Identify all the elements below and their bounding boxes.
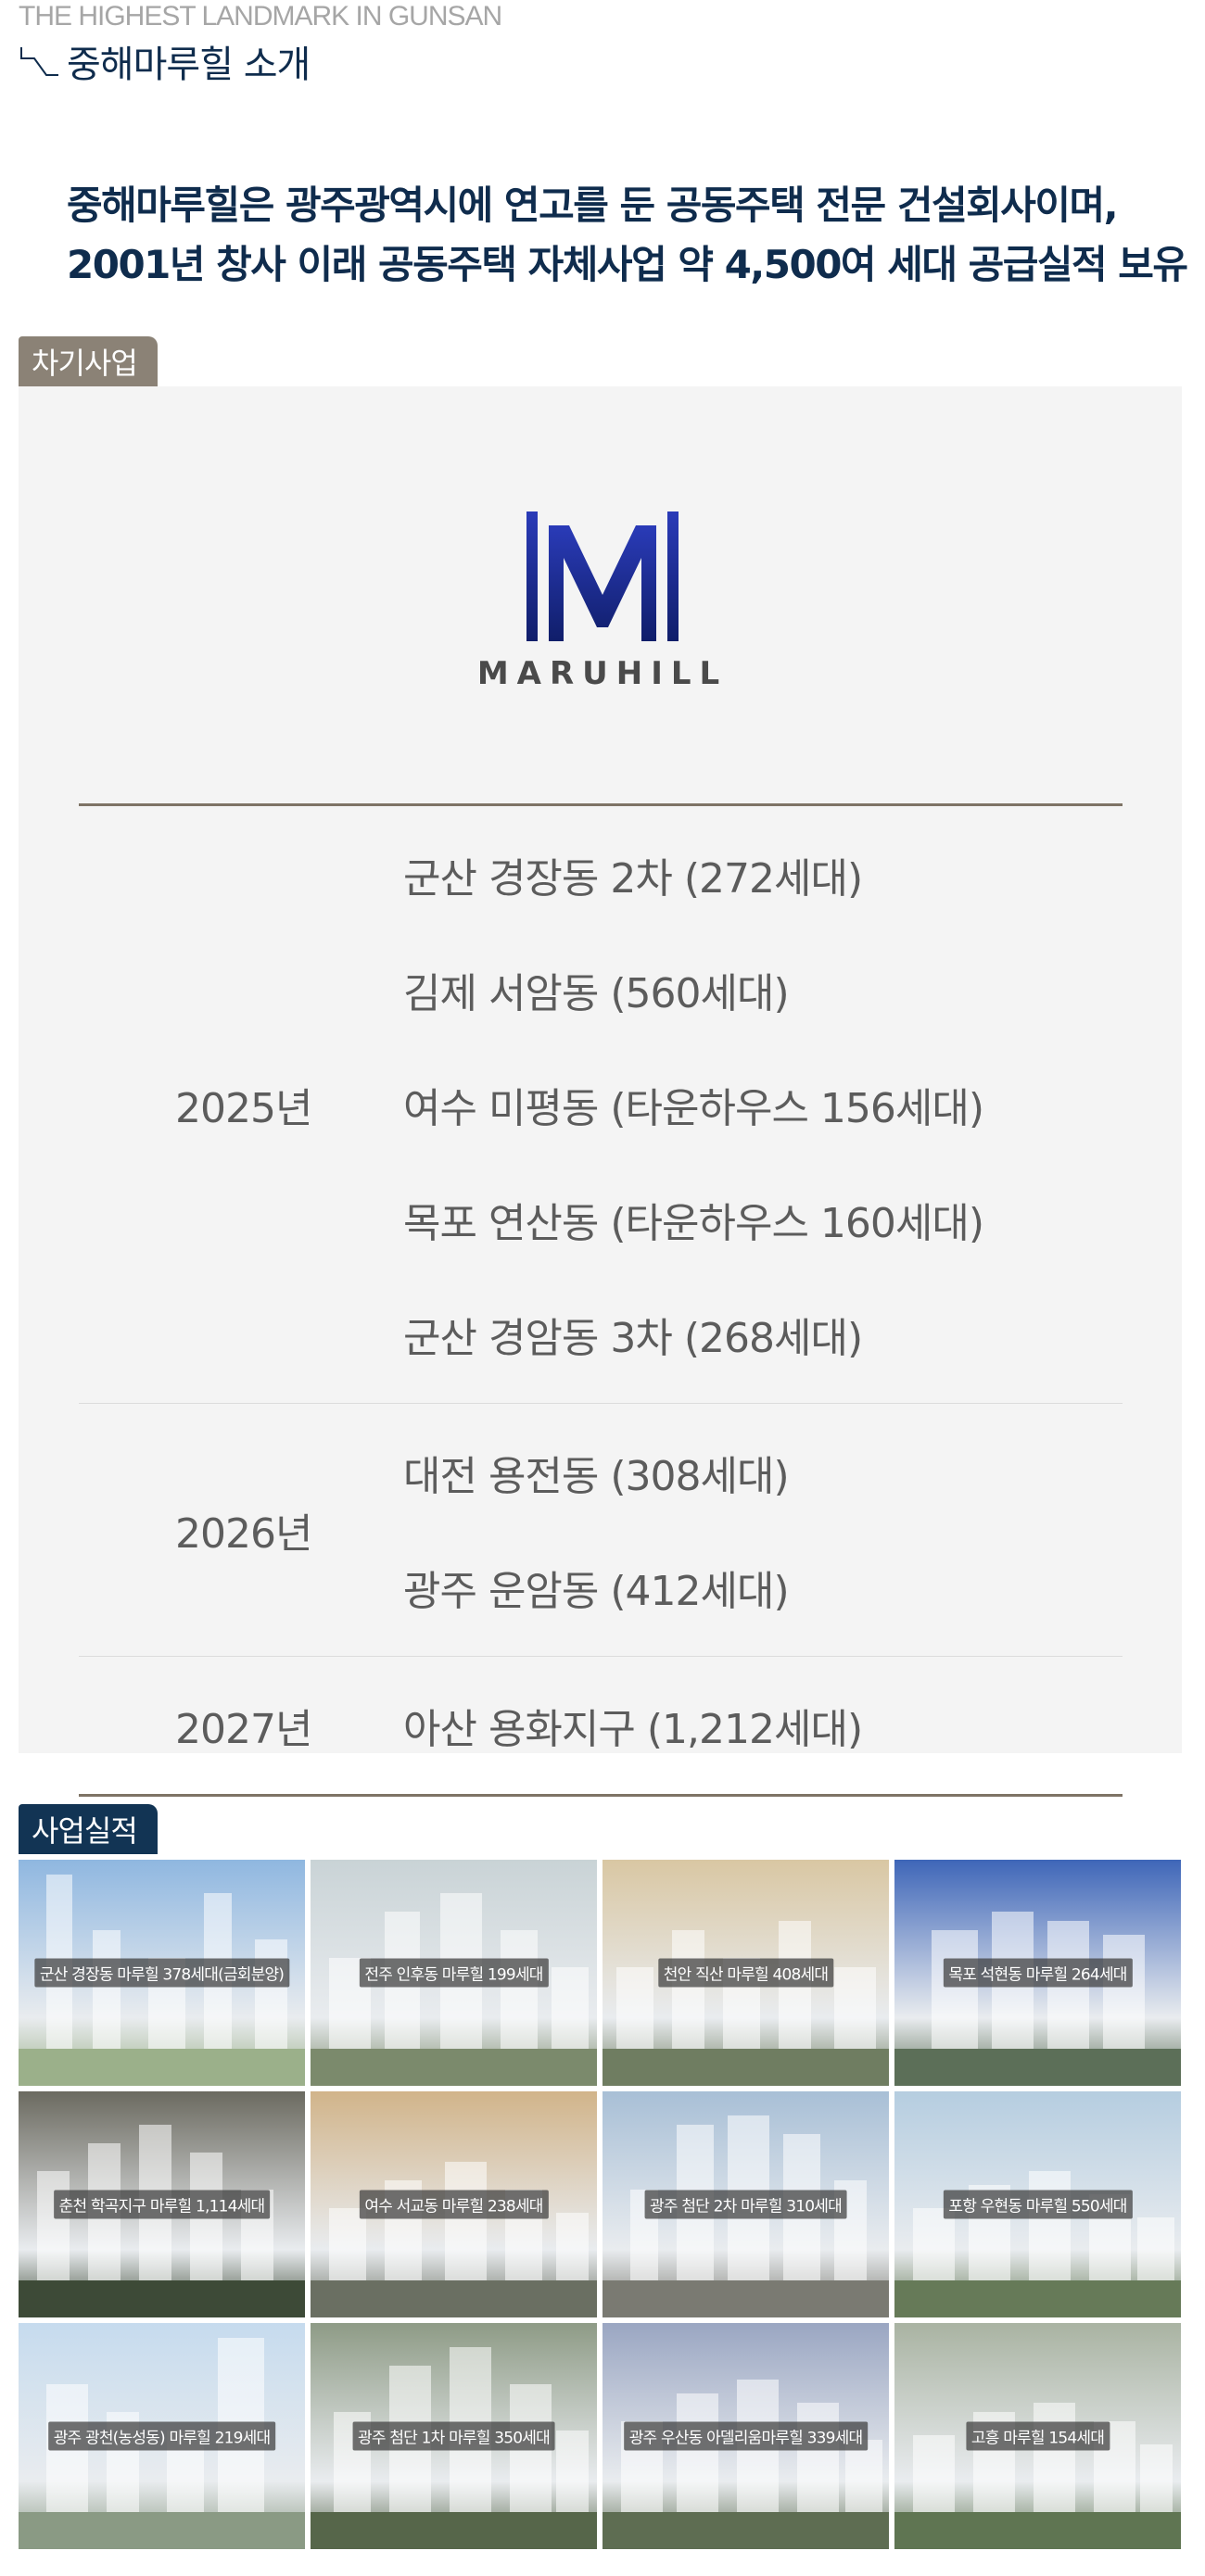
schedule-item: 여수 미평동 (타운하우스 156세대) [403, 1085, 984, 1132]
ground-shape [602, 2049, 889, 2086]
ground-shape [602, 2512, 889, 2549]
project-caption: 군산 경장동 마루힐 378세대(금회분양) [33, 1958, 290, 1988]
schedule-group: 2025년 군산 경장동 2차 (272세대) 김제 서암동 (560세대) 여수 미… [79, 806, 1123, 1403]
ground-shape [602, 2280, 889, 2317]
ground-shape [894, 2049, 1181, 2086]
schedule-year: 2027년 [175, 1706, 312, 1753]
schedule-group: 2026년 대전 용전동 (308세대) 광주 운암동 (412세대) [79, 1403, 1123, 1656]
intro-text: 중해마루힐은 광주광역시에 연고를 둔 공동주택 전문 건설회사이며, 2001… [67, 176, 1198, 295]
project-caption: 전주 인후동 마루힐 199세대 [359, 1958, 549, 1988]
building-shape [88, 2143, 120, 2301]
project-caption: 광주 광천(농성동) 마루힐 219세대 [47, 2421, 276, 2451]
project-thumbnail: 춘천 학곡지구 마루힐 1,114세대 [19, 2091, 305, 2317]
schedule-items: 대전 용전동 (308세대) 광주 운암동 (412세대) [403, 1404, 1123, 1656]
project-thumbnail: 고흥 마루힐 154세대 [894, 2323, 1181, 2549]
building-shape [46, 2384, 88, 2532]
schedule-year: 2026년 [175, 1510, 312, 1558]
building-shape [779, 1921, 811, 2069]
project-caption: 포항 우현동 마루힐 550세대 [943, 2190, 1133, 2219]
building-shape [510, 2384, 552, 2532]
schedule-item: 군산 경장동 2차 (272세대) [403, 855, 863, 903]
project-thumbnail: 광주 첨단 1차 마루힐 350세대 [311, 2323, 597, 2549]
intro-line-1: 중해마루힐은 광주광역시에 연고를 둔 공동주택 전문 건설회사이며, [67, 183, 1119, 228]
next-projects-panel: MARUHILL 2025년 군산 경장동 2차 (272세대) 김제 서암동 (5… [19, 386, 1182, 1797]
section-title: 중해마루힐 소개 [19, 35, 311, 87]
maruhill-logo-icon [526, 511, 679, 641]
ground-shape [19, 2049, 305, 2086]
project-caption: 고흥 마루힐 154세대 [965, 2421, 1110, 2451]
project-thumbnail: 전주 인후동 마루힐 199세대 [311, 1860, 597, 2086]
ground-shape [894, 2512, 1181, 2549]
maruhill-logo: MARUHILL [473, 507, 732, 692]
building-shape [992, 1912, 1034, 2069]
project-thumbnail: 광주 우산동 아델리움마루힐 339세대 [602, 2323, 889, 2549]
project-thumbnail: 광주 첨단 2차 마루힐 310세대 [602, 2091, 889, 2317]
track-record-tag: 사업실적 [19, 1804, 158, 1854]
schedule-table: 2025년 군산 경장동 2차 (272세대) 김제 서암동 (560세대) 여수 미… [79, 803, 1123, 1797]
building-shape [1047, 1921, 1089, 2069]
schedule-item: 광주 운암동 (412세대) [403, 1568, 790, 1615]
project-thumbnail: 포항 우현동 마루힐 550세대 [894, 2091, 1181, 2317]
ground-shape [311, 2512, 597, 2549]
maruhill-logo-text: MARUHILL [476, 655, 729, 692]
project-caption: 목포 석현동 마루힐 264세대 [943, 1958, 1133, 1988]
ground-shape [19, 2280, 305, 2317]
schedule-group: 2027년 아산 용화지구 (1,212세대) [79, 1656, 1123, 1794]
intro-line-2: 2001년 창사 이래 공동주택 자체사업 약 4,500여 세대 공급실적 보… [67, 242, 1188, 287]
ground-shape [311, 2280, 597, 2317]
ground-shape [894, 2280, 1181, 2317]
project-thumbnail: 여수 서교동 마루힐 238세대 [311, 2091, 597, 2317]
schedule-item: 대전 용전동 (308세대) [403, 1453, 790, 1500]
project-caption: 춘천 학곡지구 마루힐 1,114세대 [53, 2190, 271, 2219]
schedule-year: 2025년 [175, 1085, 312, 1132]
project-caption: 광주 첨단 2차 마루힐 310세대 [644, 2190, 847, 2219]
project-caption: 천안 직산 마루힐 408세대 [657, 1958, 834, 1988]
project-thumbnail: 천안 직산 마루힐 408세대 [602, 1860, 889, 2086]
schedule-item: 군산 경암동 3차 (268세대) [403, 1315, 863, 1362]
next-projects-tag: 차기사업 [19, 336, 158, 386]
project-thumbnail: 광주 광천(농성동) 마루힐 219세대 [19, 2323, 305, 2549]
schedule-item: 김제 서암동 (560세대) [403, 970, 790, 1017]
schedule-items: 아산 용화지구 (1,212세대) [403, 1657, 1123, 1794]
project-caption: 광주 우산동 아델리움마루힐 339세대 [623, 2421, 869, 2451]
building-shape [190, 2153, 222, 2301]
project-caption: 광주 첨단 1차 마루힐 350세대 [352, 2421, 555, 2451]
track-record-grid: 군산 경장동 마루힐 378세대(금회분양) 전주 인후동 마루힐 199세대 천안… [19, 1860, 1186, 2549]
project-thumbnail: 군산 경장동 마루힐 378세대(금회분양) [19, 1860, 305, 2086]
project-thumbnail: 목포 석현동 마루힐 264세대 [894, 1860, 1181, 2086]
building-shape [385, 1912, 420, 2069]
ground-shape [19, 2512, 305, 2549]
page-title: 중해마루힐 소개 [67, 44, 311, 86]
building-shape [737, 2380, 779, 2532]
schedule-item: 목포 연산동 (타운하우스 160세대) [403, 1200, 984, 1247]
schedule-item: 아산 용화지구 (1,212세대) [403, 1706, 863, 1753]
eyebrow-text: THE HIGHEST LANDMARK IN GUNSAN [19, 1, 502, 32]
project-caption: 여수 서교동 마루힐 238세대 [359, 2190, 549, 2219]
ground-shape [311, 2049, 597, 2086]
schedule-items: 군산 경장동 2차 (272세대) 김제 서암동 (560세대) 여수 미평동 (타… [403, 806, 1123, 1403]
corner-line-icon [20, 47, 58, 76]
